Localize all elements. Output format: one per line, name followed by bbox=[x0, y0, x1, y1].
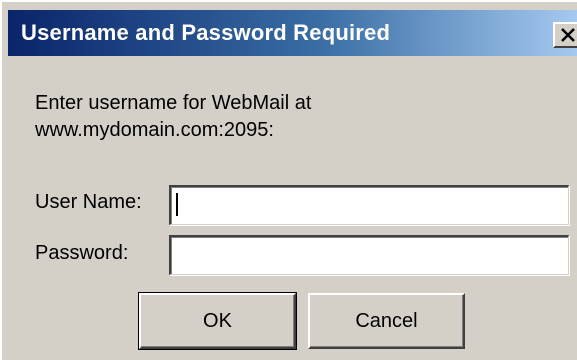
dialog-title: Username and Password Required bbox=[21, 20, 391, 45]
username-input[interactable] bbox=[169, 185, 569, 225]
password-label: Password: bbox=[35, 242, 129, 264]
login-dialog: Username and Password Required Enter use… bbox=[0, 0, 577, 360]
title-bar[interactable]: Username and Password Required bbox=[8, 10, 577, 56]
prompt-line-2: www.mydomain.com:2095: bbox=[35, 119, 274, 141]
close-icon bbox=[561, 28, 575, 42]
close-button[interactable] bbox=[553, 22, 577, 48]
ok-button[interactable]: OK bbox=[138, 292, 297, 350]
cancel-button[interactable]: Cancel bbox=[308, 293, 465, 349]
prompt-text: Enter username for WebMail at www.mydoma… bbox=[35, 90, 311, 144]
text-caret bbox=[176, 193, 178, 216]
prompt-line-1: Enter username for WebMail at bbox=[35, 92, 312, 114]
username-label: User Name: bbox=[35, 191, 142, 213]
password-input[interactable] bbox=[169, 235, 569, 275]
